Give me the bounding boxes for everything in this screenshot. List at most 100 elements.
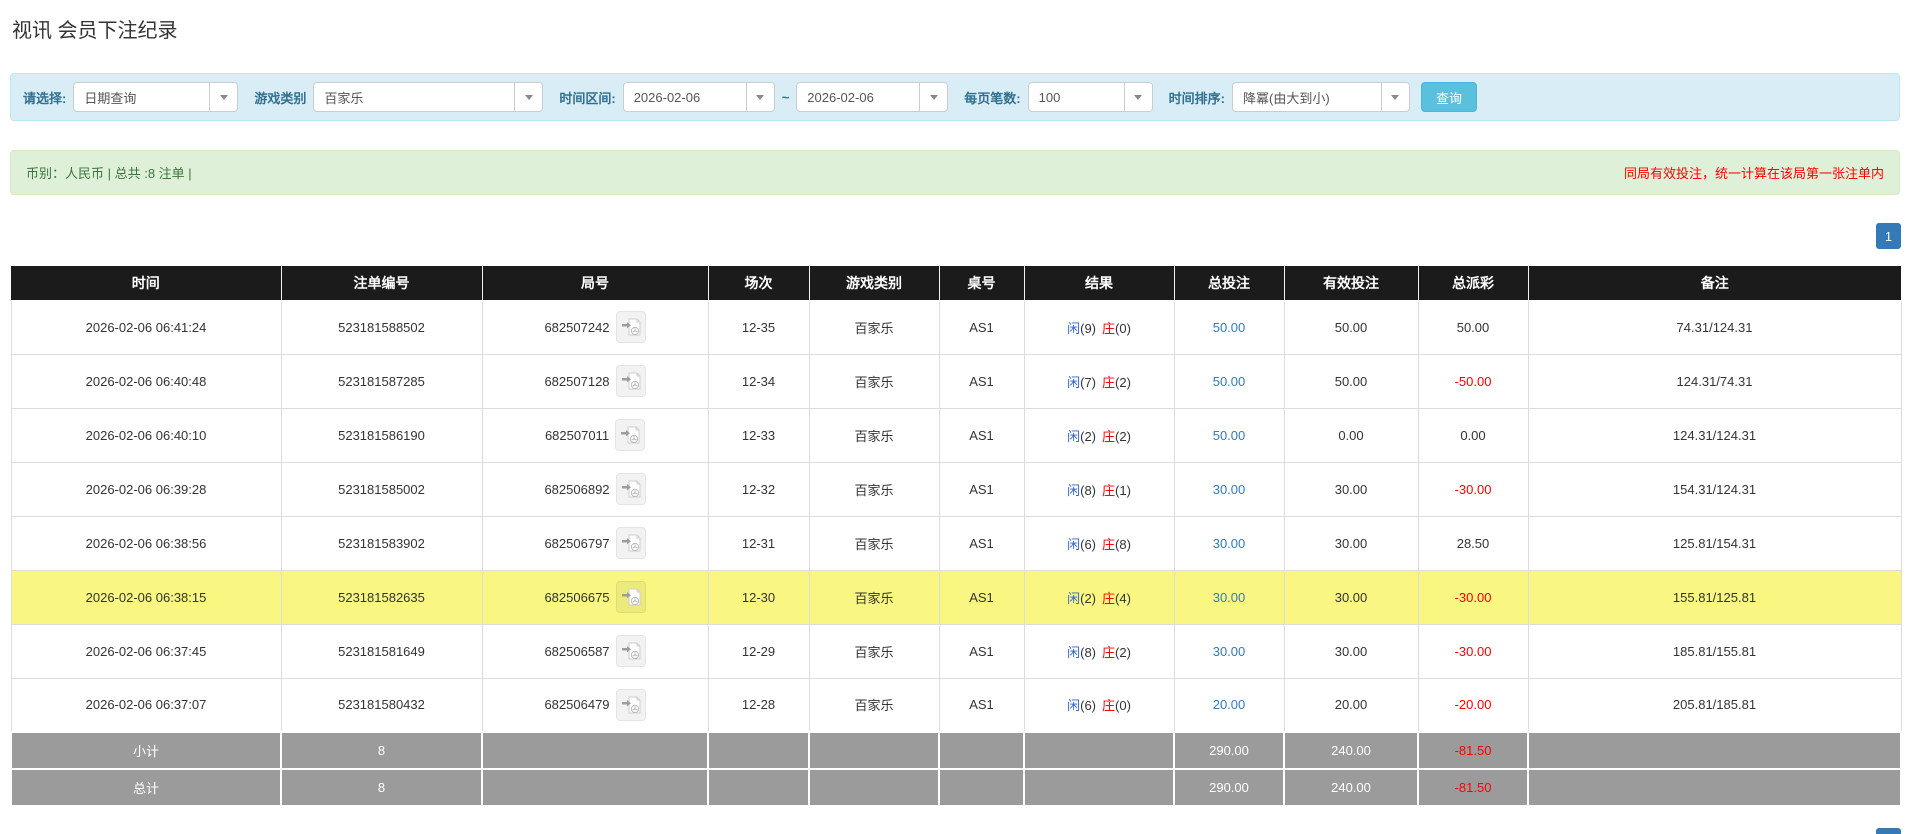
table-row: 2026-02-06 06:37:07 523181580432 6825064… <box>10 677 1902 733</box>
cell-round-id: 682507242 <box>481 299 709 355</box>
round-id-text: 682507011 <box>544 427 610 443</box>
page-size-select[interactable]: 100 <box>1027 82 1153 112</box>
cell-valid-bet: 20.00 <box>1283 677 1419 733</box>
video-replay-button[interactable] <box>615 635 646 667</box>
video-replay-button[interactable] <box>615 688 646 721</box>
cell-table: AS1 <box>938 299 1025 355</box>
cell-total-bet: 30.00 <box>1173 515 1285 571</box>
footer-empty <box>707 731 810 770</box>
col-table: 桌号 <box>939 266 1025 301</box>
col-valid-bet: 有效投注 <box>1284 266 1419 301</box>
total-bet-link[interactable]: 30.00 <box>1213 536 1246 551</box>
video-icon <box>621 372 641 390</box>
cell-note: 205.81/185.81 <box>1527 677 1902 733</box>
footer-empty <box>1023 731 1175 770</box>
search-button[interactable]: 查询 <box>1420 82 1477 112</box>
video-replay-button[interactable] <box>615 581 646 613</box>
pagination-page-1-bottom[interactable]: 1 <box>1876 828 1901 834</box>
game-type-select[interactable]: 百家乐 <box>313 82 544 112</box>
cell-time: 2026-02-06 06:38:56 <box>10 515 282 571</box>
cell-time: 2026-02-06 06:40:10 <box>10 407 282 463</box>
cell-round-id: 682507011 <box>481 407 709 463</box>
chevron-down-icon <box>1380 83 1409 111</box>
currency-total-text: 币别：人民币 | 总共 :8 注单 | <box>26 166 192 181</box>
round-id-text: 682507128 <box>544 373 610 389</box>
cell-round-id: 682507128 <box>481 353 709 409</box>
col-result: 结果 <box>1024 266 1175 301</box>
filter-bar: 请选择: 日期查询 游戏类别 百家乐 时间区间: 2026-02-06 ~ 20… <box>10 73 1900 121</box>
pagination-page-1[interactable]: 1 <box>1876 223 1901 249</box>
footer-empty <box>808 768 940 807</box>
round-id-text: 682506587 <box>544 643 610 659</box>
table-row: 2026-02-06 06:40:10 523181586190 6825070… <box>10 407 1902 463</box>
cell-payout: 0.00 <box>1417 407 1529 463</box>
cell-payout: -30.00 <box>1417 569 1529 625</box>
cell-session: 12-30 <box>707 569 810 625</box>
video-replay-button[interactable] <box>615 311 646 343</box>
cell-total-bet: 50.00 <box>1173 299 1285 355</box>
cell-time: 2026-02-06 06:37:07 <box>10 677 282 733</box>
bet-records-table: 时间 注单编号 局号 场次 游戏类别 桌号 结果 总投注 有效投注 总派彩 备注… <box>10 266 1902 807</box>
date-from-select[interactable]: 2026-02-06 <box>622 82 775 112</box>
total-bet-link[interactable]: 30.00 <box>1213 644 1246 659</box>
cell-table: AS1 <box>938 677 1025 733</box>
col-bet-id: 注单编号 <box>281 266 483 301</box>
round-id-text: 682506797 <box>544 535 610 551</box>
date-to-select[interactable]: 2026-02-06 <box>796 82 949 112</box>
video-icon <box>621 588 641 606</box>
chevron-down-icon <box>745 83 774 111</box>
cell-table: AS1 <box>938 407 1025 463</box>
footer-empty <box>1527 731 1902 770</box>
cell-note: 74.31/124.31 <box>1527 299 1902 355</box>
cell-session: 12-29 <box>707 623 810 679</box>
cell-result: 闲(9) 庄(0) <box>1023 299 1175 355</box>
table-row: 2026-02-06 06:39:28 523181585002 6825068… <box>10 461 1902 517</box>
cell-total-bet: 20.00 <box>1173 677 1285 733</box>
query-type-value: 日期查询 <box>84 90 137 106</box>
chevron-down-icon <box>209 83 238 111</box>
cell-session: 12-31 <box>707 515 810 571</box>
cell-round-id: 682506892 <box>481 461 709 517</box>
query-type-select[interactable]: 日期查询 <box>73 82 239 112</box>
cell-session: 12-32 <box>707 461 810 517</box>
subtotal-row: 小计 8 290.00 240.00 -81.50 <box>10 731 1902 770</box>
date-to-value: 2026-02-06 <box>807 89 874 105</box>
cell-bet-id: 523181585002 <box>280 461 483 517</box>
total-bet-link[interactable]: 50.00 <box>1213 428 1246 443</box>
cell-session: 12-34 <box>707 353 810 409</box>
cell-total-bet: 30.00 <box>1173 623 1285 679</box>
total-bet-link[interactable]: 30.00 <box>1213 482 1246 497</box>
cell-payout: 50.00 <box>1417 299 1529 355</box>
footer-total-bet: 290.00 <box>1173 731 1285 770</box>
table-row: 2026-02-06 06:38:15 523181582635 6825066… <box>10 569 1902 625</box>
total-bet-link[interactable]: 30.00 <box>1213 590 1246 605</box>
cell-game: 百家乐 <box>808 623 940 679</box>
total-bet-link[interactable]: 50.00 <box>1213 374 1246 389</box>
video-icon <box>621 426 640 444</box>
chevron-down-icon <box>1123 83 1152 111</box>
cell-session: 12-35 <box>707 299 810 355</box>
time-sort-select[interactable]: 降冪(由大到小) <box>1231 82 1410 112</box>
cell-game: 百家乐 <box>808 515 940 571</box>
page-size-label: 每页笔数: <box>964 90 1021 106</box>
cell-session: 12-28 <box>707 677 810 733</box>
video-icon <box>621 642 641 660</box>
cell-result: 闲(8) 庄(1) <box>1023 461 1175 517</box>
game-type-value: 百家乐 <box>324 90 364 106</box>
grand-total-row: 总计 8 290.00 240.00 -81.50 <box>10 768 1902 807</box>
total-bet-link[interactable]: 20.00 <box>1213 697 1246 712</box>
cell-time: 2026-02-06 06:37:45 <box>10 623 282 679</box>
cell-payout: -30.00 <box>1417 461 1529 517</box>
video-replay-button[interactable] <box>615 365 646 397</box>
footer-empty <box>808 731 940 770</box>
total-bet-link[interactable]: 50.00 <box>1213 320 1246 335</box>
cell-payout: 28.50 <box>1417 515 1529 571</box>
video-replay-button[interactable] <box>615 473 646 505</box>
col-total-bet: 总投注 <box>1174 266 1285 301</box>
cell-payout: -20.00 <box>1417 677 1529 733</box>
cell-game: 百家乐 <box>808 569 940 625</box>
video-replay-button[interactable] <box>615 527 646 559</box>
video-replay-button[interactable] <box>615 419 646 451</box>
cell-game: 百家乐 <box>808 407 940 463</box>
video-icon <box>621 696 641 714</box>
